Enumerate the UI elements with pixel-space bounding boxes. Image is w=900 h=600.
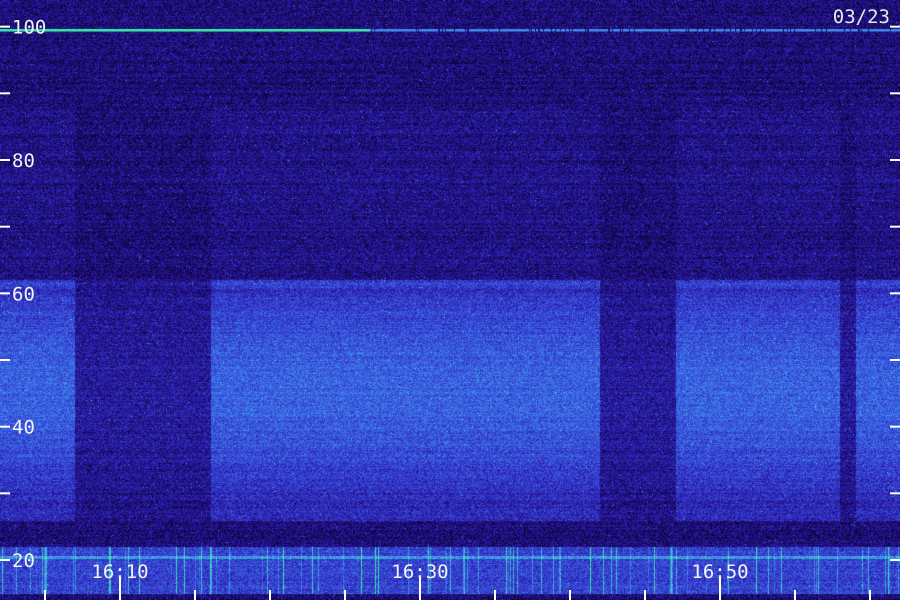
x-tick-label: 16:50 — [691, 561, 748, 583]
spectrogram-chart: 100 80 60 40 20 16:10 16:30 16:50 03/23 — [0, 0, 900, 600]
y-tick-label: 40 — [12, 417, 35, 439]
x-axis: 16:10 16:30 16:50 — [44, 561, 871, 600]
y-tick-label: 20 — [12, 550, 35, 572]
y-tick-label: 80 — [12, 150, 35, 172]
y-axis: 100 80 60 40 20 — [0, 17, 900, 572]
x-tick-label: 16:30 — [391, 561, 448, 583]
y-tick-label: 60 — [12, 283, 35, 305]
x-tick-label: 16:10 — [91, 561, 148, 583]
y-tick-label: 100 — [12, 17, 46, 39]
date-label: 03/23 — [833, 6, 890, 28]
chart-overlay: 100 80 60 40 20 16:10 16:30 16:50 03/23 — [0, 6, 900, 600]
